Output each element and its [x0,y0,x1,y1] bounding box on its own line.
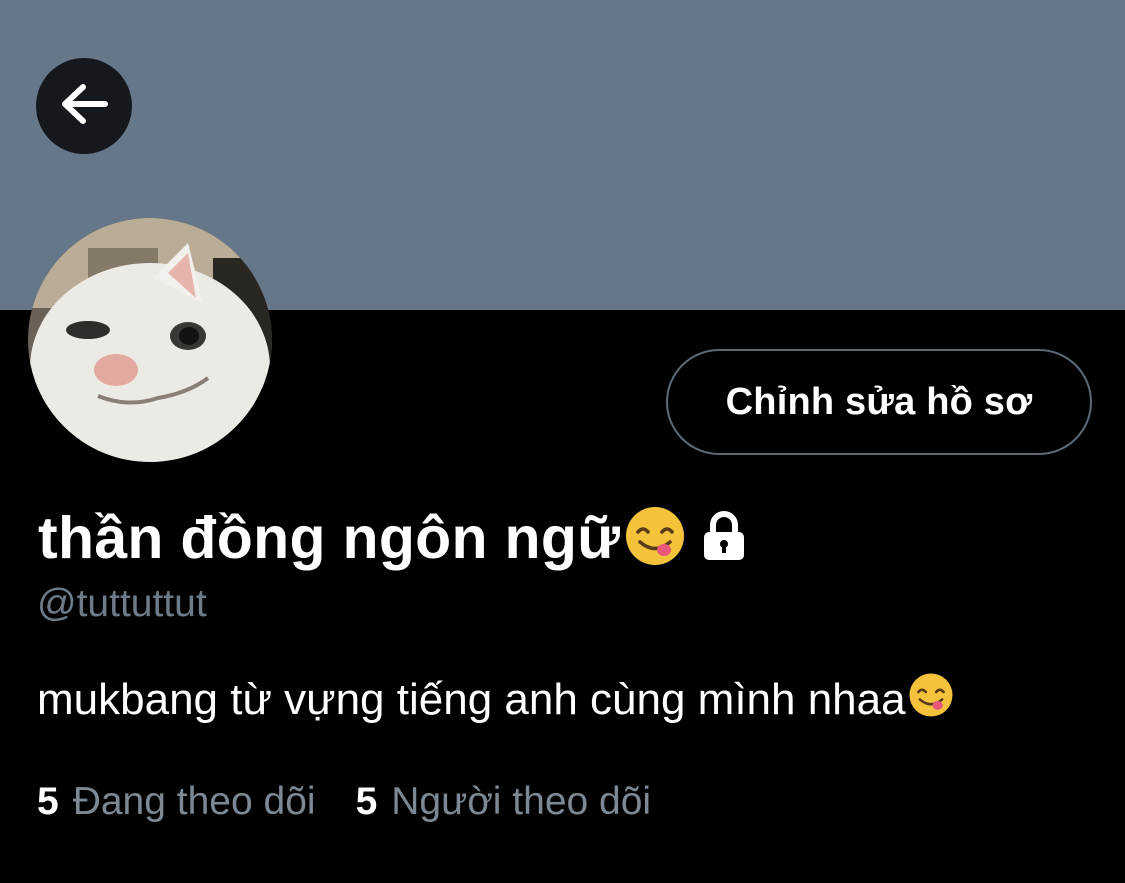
avatar[interactable] [28,218,272,462]
edit-profile-button[interactable]: Chỉnh sửa hồ sơ [666,349,1092,455]
profile-screen: Chỉnh sửa hồ sơ thần đồng ngôn ngữ @tutt… [0,0,1125,883]
followers-label: Người theo dõi [391,780,652,823]
followers-count: 5 [355,780,378,823]
following-count: 5 [37,780,59,823]
user-handle: @tuttuttut [37,582,207,625]
follow-stats: 5 Đang theo dõi 5 Người theo dõi [37,780,651,824]
edit-profile-label: Chỉnh sửa hồ sơ [725,380,1033,423]
yum-emoji [908,672,954,729]
bio-text: mukbang từ vựng tiếng anh cùng mình nhaa [37,675,906,724]
following-link[interactable]: 5 Đang theo dõi [37,780,316,824]
following-label: Đang theo dõi [72,780,316,823]
display-name-row: thần đồng ngôn ngữ [38,500,748,576]
lock-icon [700,510,748,566]
bio: mukbang từ vựng tiếng anh cùng mình nhaa [37,670,954,730]
arrow-left-icon [59,82,109,131]
yum-emoji [624,505,686,572]
display-name: thần đồng ngôn ngữ [38,505,621,571]
followers-link[interactable]: 5 Người theo dõi [356,780,652,824]
back-button[interactable] [36,58,132,154]
avatar-image [28,218,272,462]
